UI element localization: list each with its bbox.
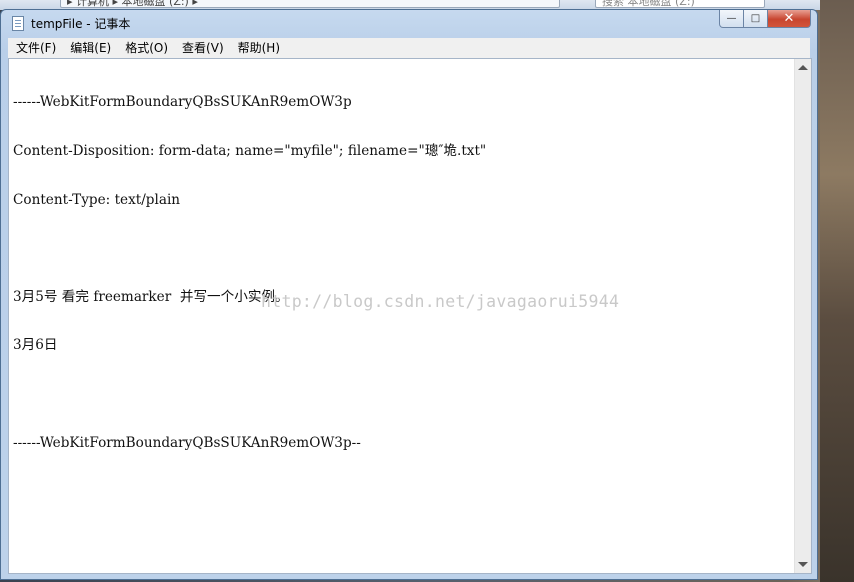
text-line: 3月6日: [13, 337, 58, 354]
menu-help[interactable]: 帮助(H): [230, 38, 286, 58]
menu-bar: 文件(F) 编辑(E) 格式(O) 查看(V) 帮助(H): [8, 38, 810, 58]
close-icon: ✕: [783, 11, 795, 26]
maximize-button[interactable]: □: [744, 10, 768, 28]
text-line: [13, 386, 793, 402]
notepad-icon: [12, 16, 24, 31]
notepad-window: tempFile - 记事本 — □ ✕ 文件(F) 编辑(E) 格式(O) 查…: [0, 9, 818, 580]
menu-format[interactable]: 格式(O): [117, 38, 174, 58]
desktop-wallpaper: [820, 0, 854, 582]
text-line: Content-Type: text/plain: [13, 191, 181, 208]
close-button[interactable]: ✕: [768, 10, 811, 28]
vertical-scrollbar[interactable]: [794, 59, 811, 573]
document-text[interactable]: ------WebKitFormBoundaryQBsSUKAnR9emOW3p…: [13, 62, 793, 570]
window-title: tempFile - 记事本: [31, 17, 131, 31]
minimize-button[interactable]: —: [719, 10, 744, 28]
scroll-up-icon[interactable]: [798, 65, 808, 70]
menu-edit[interactable]: 编辑(E): [62, 38, 117, 58]
menu-view[interactable]: 查看(V): [174, 38, 230, 58]
menu-file[interactable]: 文件(F): [8, 38, 62, 58]
title-bar[interactable]: tempFile - 记事本 — □ ✕: [1, 10, 817, 37]
text-line: ------WebKitFormBoundaryQBsSUKAnR9emOW3p: [13, 94, 352, 111]
text-editor[interactable]: ------WebKitFormBoundaryQBsSUKAnR9emOW3p…: [8, 58, 812, 574]
background-breadcrumb: ▸ 计算机 ▸ 本地磁盘 (Z:) ▸: [60, 0, 560, 8]
watermark-text: http://blog.csdn.net/javagaorui5944: [261, 292, 620, 311]
maximize-icon: □: [750, 13, 761, 24]
text-line: ------WebKitFormBoundaryQBsSUKAnR9emOW3p…: [13, 434, 361, 451]
background-search-input: 搜索 本地磁盘 (Z:): [595, 0, 765, 8]
minimize-icon: —: [726, 13, 737, 24]
scroll-down-icon[interactable]: [798, 562, 808, 567]
window-controls: — □ ✕: [719, 10, 811, 29]
text-line: Content-Disposition: form-data; name="my…: [13, 143, 487, 159]
text-line: [13, 240, 793, 256]
